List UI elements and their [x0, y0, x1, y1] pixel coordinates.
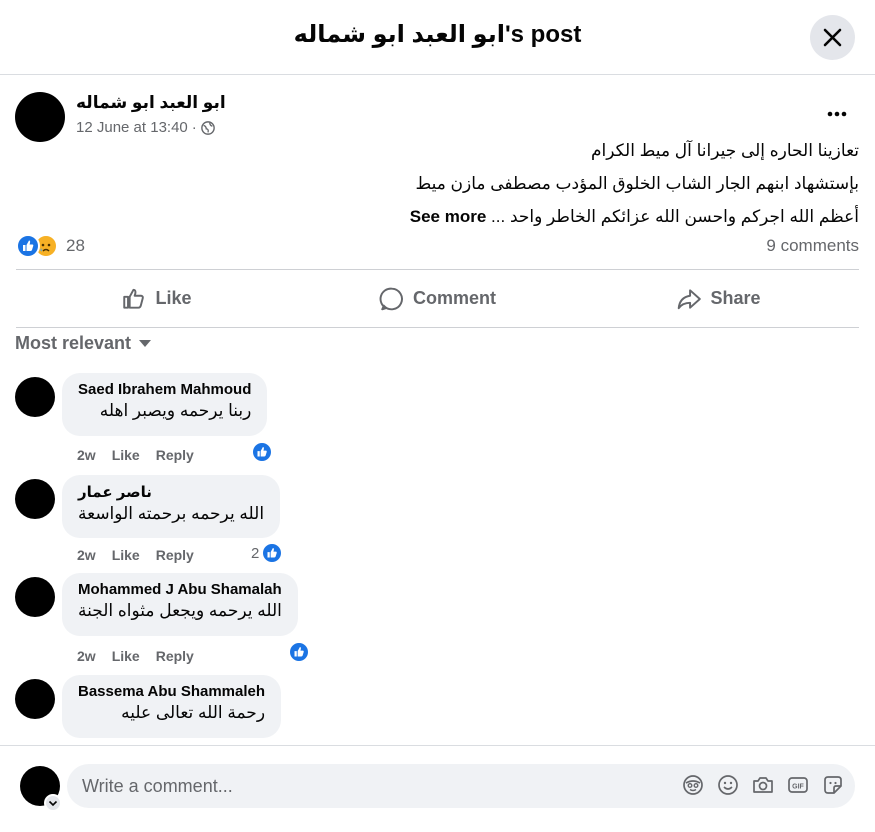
thumbs-up-icon	[123, 288, 145, 309]
comment-actions: 2w Like Reply	[77, 547, 194, 563]
post-body: تعازينا الحاره إلى جيرانا آل ميط الكرام …	[339, 134, 859, 233]
avatar-sticker-icon[interactable]	[681, 773, 705, 797]
commenter-name[interactable]: Mohammed J Abu Shamalah	[78, 581, 282, 598]
share-label: Share	[710, 288, 761, 308]
comment-text: الله يرحمه ويجعل مثواه الجنة	[78, 601, 282, 620]
post-author-name[interactable]: ابو العبد ابو شماله	[76, 93, 226, 113]
like-badge-icon	[288, 641, 310, 663]
caret-down-icon	[139, 339, 152, 347]
post-line: تعازينا الحاره إلى جيرانا آل ميط الكرام	[591, 141, 859, 160]
comment-label: Comment	[412, 288, 496, 308]
dialog-header: ابو العبد ابو شماله's post	[0, 0, 875, 75]
comment-text: الله يرحمه برحمته الواسعة	[78, 504, 265, 523]
comment-bubble: Saed Ibrahem Mahmoud ربنا يرحمه ويصبر اه…	[62, 373, 268, 436]
author-avatar[interactable]	[15, 92, 65, 142]
comment-like-count: 2	[251, 544, 260, 562]
like-label: Like	[155, 288, 192, 308]
chevron-down-icon	[48, 800, 58, 807]
comment-input[interactable]	[82, 764, 662, 808]
commenter-avatar[interactable]	[15, 479, 55, 519]
post-scroll-area[interactable]: ابو العبد ابو شماله 12 June at 13:40 · ت…	[0, 76, 875, 745]
commenter-name[interactable]: Bassema Abu Shammaleh	[78, 683, 265, 700]
close-icon	[823, 28, 842, 47]
post-meta: 12 June at 13:40 ·	[76, 119, 215, 136]
commenter-name[interactable]: ناصر عمار	[78, 483, 264, 501]
comment-button[interactable]: Comment	[297, 270, 578, 327]
comment-reply-button[interactable]: Reply	[156, 547, 194, 563]
reaction-summary[interactable]: 28	[16, 234, 85, 258]
like-badge-icon	[251, 441, 273, 463]
dialog-title: ابو العبد ابو شماله's post	[293, 21, 582, 48]
profile-switcher-button[interactable]	[44, 794, 62, 812]
commenter-avatar[interactable]	[15, 577, 55, 617]
post-line: أعظم الله اجركم واحسن الله عزائكم الخاطر…	[491, 207, 859, 226]
share-icon	[678, 288, 702, 309]
comment-actions: 2w Like Reply	[77, 447, 194, 463]
comment-bubble: Bassema Abu Shammaleh رحمة الله تعالى عل…	[62, 675, 282, 738]
comment-age[interactable]: 2w	[77, 447, 96, 463]
comment-like-button[interactable]: Like	[112, 547, 140, 563]
comment-actions: 2w Like Reply	[77, 648, 194, 664]
emoji-icon[interactable]	[716, 773, 740, 797]
more-options-button[interactable]	[822, 102, 852, 126]
reaction-count: 28	[66, 236, 85, 255]
gif-icon[interactable]: GIF	[786, 773, 810, 797]
like-button[interactable]: Like	[16, 270, 297, 327]
sticker-icon[interactable]	[821, 773, 845, 797]
commenter-name[interactable]: Saed Ibrahem Mahmoud	[78, 381, 251, 398]
post-action-bar: Like Comment Share	[16, 269, 859, 328]
post-timestamp[interactable]: 12 June at 13:40	[76, 119, 188, 136]
commenter-avatar[interactable]	[15, 679, 55, 719]
comment-age[interactable]: 2w	[77, 648, 96, 664]
comment-reaction[interactable]	[286, 641, 310, 663]
comment-text: رحمة الله تعالى عليه	[121, 703, 266, 722]
like-badge-icon	[261, 542, 284, 564]
comment-reaction[interactable]	[249, 441, 273, 463]
comment-like-button[interactable]: Like	[112, 447, 140, 463]
comment-reaction[interactable]: 2	[251, 542, 284, 564]
like-icon	[16, 234, 40, 258]
comment-sort-dropdown[interactable]: Most relevant	[15, 333, 152, 354]
post-line-last: أعظم الله اجركم واحسن الله عزائكم الخاطر…	[339, 200, 859, 233]
comment-input-container: GIF	[67, 764, 855, 808]
comments-count-link[interactable]: 9 comments	[766, 236, 859, 256]
comment-reply-button[interactable]: Reply	[156, 648, 194, 664]
svg-text:GIF: GIF	[792, 784, 804, 791]
post-line: بإستشهاد ابنهم الجار الشاب الخلوق المؤدب…	[415, 174, 859, 193]
comment-age[interactable]: 2w	[77, 547, 96, 563]
comment-bubble: Mohammed J Abu Shamalah الله يرحمه ويجعل…	[62, 573, 298, 636]
comment-composer: GIF	[0, 745, 875, 832]
comment-like-button[interactable]: Like	[112, 648, 140, 664]
more-horizontal-icon	[827, 111, 847, 117]
see-more-link[interactable]: See more	[410, 207, 487, 226]
share-button[interactable]: Share	[578, 270, 859, 327]
commenter-avatar[interactable]	[15, 377, 55, 417]
comment-bubble: ناصر عمار الله يرحمه برحمته الواسعة	[62, 475, 281, 538]
comment-reply-button[interactable]: Reply	[156, 447, 194, 463]
meta-separator: ·	[191, 119, 197, 136]
composer-icons: GIF	[681, 773, 845, 797]
close-button[interactable]	[810, 15, 855, 60]
globe-icon	[200, 120, 215, 135]
comment-text: ربنا يرحمه ويصبر اهله	[99, 401, 252, 420]
sort-label: Most relevant	[15, 333, 132, 353]
camera-icon[interactable]	[751, 773, 775, 797]
comment-icon	[379, 287, 403, 310]
